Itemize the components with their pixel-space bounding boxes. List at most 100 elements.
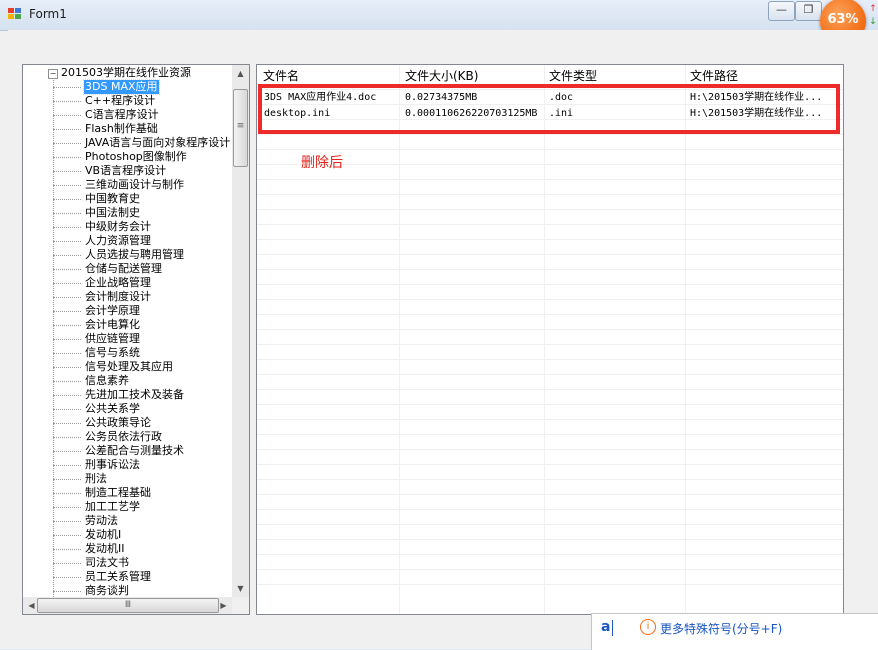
row-divider — [257, 179, 843, 180]
tree-connector-line — [53, 185, 81, 186]
ime-hint-link[interactable]: 更多特殊符号(分号+F) — [660, 620, 782, 637]
vertical-scroll-thumb[interactable]: ≡ — [233, 89, 248, 167]
tree-node[interactable]: 会计制度设计 — [84, 290, 152, 304]
row-divider — [257, 434, 843, 435]
window-title: Form1 — [29, 7, 67, 21]
file-list-view[interactable]: 文件名 文件大小(KB) 文件类型 文件路径 3DS MAX应用作业4.doc … — [256, 64, 844, 615]
tree-node[interactable]: 发动机I — [84, 528, 122, 542]
tree-node[interactable]: 刑事诉讼法 — [84, 458, 141, 472]
tree-connector-line — [53, 409, 81, 410]
tree-node[interactable]: C语言程序设计 — [84, 108, 160, 122]
tree-node[interactable]: 信号与系统 — [84, 346, 141, 360]
row-divider — [257, 254, 843, 255]
minimize-button[interactable]: — — [768, 1, 795, 21]
tree-content: − 201503学期在线作业资源 3DS MAX应用 C++程序设计 C语言程序设计… — [23, 65, 232, 597]
tree-node[interactable]: 劳动法 — [84, 514, 119, 528]
row-divider — [257, 134, 843, 135]
collapse-icon[interactable]: − — [48, 69, 58, 79]
row-divider — [257, 149, 843, 150]
tree-node[interactable]: 企业战略管理 — [84, 276, 152, 290]
column-divider — [399, 65, 400, 614]
tree-node[interactable]: 人力资源管理 — [84, 234, 152, 248]
tree-connector-line — [53, 353, 81, 354]
row-divider — [257, 374, 843, 375]
horizontal-scroll-thumb[interactable]: Ⅲ — [37, 598, 219, 613]
tree-node[interactable]: 刑法 — [84, 472, 108, 486]
scrollbar-corner — [232, 597, 249, 614]
tree-node[interactable]: 中级财务会计 — [84, 220, 152, 234]
tree-connector-line — [53, 423, 81, 424]
row-divider — [257, 224, 843, 225]
tree-node[interactable]: VB语言程序设计 — [84, 164, 167, 178]
tree-node[interactable]: 会计电算化 — [84, 318, 141, 332]
tree-connector-line — [53, 325, 81, 326]
tree-connector-line — [53, 465, 81, 466]
tree-node[interactable]: 公务员依法行政 — [84, 430, 163, 444]
tree-connector-line — [53, 591, 81, 592]
tree-connector-line — [53, 199, 81, 200]
tree-node[interactable]: 信号处理及其应用 — [84, 360, 174, 374]
tree-connector-line — [53, 101, 81, 102]
scroll-right-icon[interactable]: ▶ — [215, 597, 232, 614]
tree-node[interactable]: C++程序设计 — [84, 94, 156, 108]
tree-node[interactable]: 会计学原理 — [84, 304, 141, 318]
tree-node[interactable]: 中国教育史 — [84, 192, 141, 206]
info-icon: i — [640, 619, 656, 635]
row-divider — [257, 464, 843, 465]
maximize-button[interactable]: ❐ — [795, 1, 822, 21]
tree-connector-line — [53, 311, 81, 312]
row-divider — [257, 479, 843, 480]
tree-node[interactable]: 中国法制史 — [84, 206, 141, 220]
row-divider — [257, 539, 843, 540]
tree-node[interactable]: 三维动画设计与制作 — [84, 178, 185, 192]
row-divider — [257, 449, 843, 450]
tree-view[interactable]: − 201503学期在线作业资源 3DS MAX应用 C++程序设计 C语言程序设计… — [22, 64, 250, 615]
tree-connector-line — [53, 115, 81, 116]
row-divider — [257, 239, 843, 240]
column-divider — [685, 65, 686, 614]
scroll-up-icon[interactable]: ▲ — [232, 65, 249, 82]
tree-connector-line — [53, 227, 81, 228]
tree-connector-line — [53, 129, 81, 130]
tree-connector-line — [53, 395, 81, 396]
tree-node[interactable]: 发动机II — [84, 542, 126, 556]
row-divider — [257, 524, 843, 525]
tree-node[interactable]: 供应链管理 — [84, 332, 141, 346]
column-header-filepath[interactable]: 文件路径 — [690, 68, 738, 84]
tree-node[interactable]: 仓储与配送管理 — [84, 262, 163, 276]
tree-node[interactable]: 公差配合与测量技术 — [84, 444, 185, 458]
tree-node[interactable]: 公共政策导论 — [84, 416, 152, 430]
tree-node[interactable]: 公共关系学 — [84, 402, 141, 416]
tree-node[interactable]: 员工关系管理 — [84, 570, 152, 584]
tree-node[interactable]: JAVA语言与面向对象程序设计 — [84, 136, 231, 150]
tree-connector-line — [53, 157, 81, 158]
tree-node[interactable]: 信息素养 — [84, 374, 130, 388]
tree-node[interactable]: Photoshop图像制作 — [84, 150, 188, 164]
column-header-filename[interactable]: 文件名 — [263, 68, 299, 84]
column-header-filesize[interactable]: 文件大小(KB) — [405, 68, 478, 84]
ime-candidate-bar[interactable]: a i 更多特殊符号(分号+F) — [591, 613, 878, 650]
scroll-down-icon[interactable]: ▼ — [232, 580, 249, 597]
tree-node[interactable]: 司法文书 — [84, 556, 130, 570]
tree-connector-line — [53, 241, 81, 242]
tree-node[interactable]: 人员选拔与聘用管理 — [84, 248, 185, 262]
row-divider — [257, 194, 843, 195]
tree-node[interactable]: 3DS MAX应用 — [83, 79, 160, 95]
tree-connector-line — [53, 493, 81, 494]
tree-connector-line — [53, 577, 81, 578]
tree-vertical-scrollbar[interactable]: ▲ ≡ ▼ — [232, 65, 249, 597]
column-header-filetype[interactable]: 文件类型 — [549, 68, 597, 84]
tree-connector-line — [53, 451, 81, 452]
tree-node[interactable]: 商务谈判 — [84, 584, 130, 597]
row-divider — [257, 314, 843, 315]
row-divider — [257, 569, 843, 570]
tree-node[interactable]: 加工工艺学 — [84, 500, 141, 514]
row-divider — [257, 389, 843, 390]
title-bar[interactable]: Form1 — ❐ 63% ↑ ↓ — [0, 0, 878, 44]
tree-horizontal-scrollbar[interactable]: ◀ Ⅲ ▶ — [23, 597, 232, 614]
tree-node[interactable]: 先进加工技术及装备 — [84, 388, 185, 402]
row-divider — [257, 359, 843, 360]
tree-node[interactable]: 制造工程基础 — [84, 486, 152, 500]
tree-node[interactable]: Flash制作基础 — [84, 122, 159, 136]
row-divider — [257, 584, 843, 585]
